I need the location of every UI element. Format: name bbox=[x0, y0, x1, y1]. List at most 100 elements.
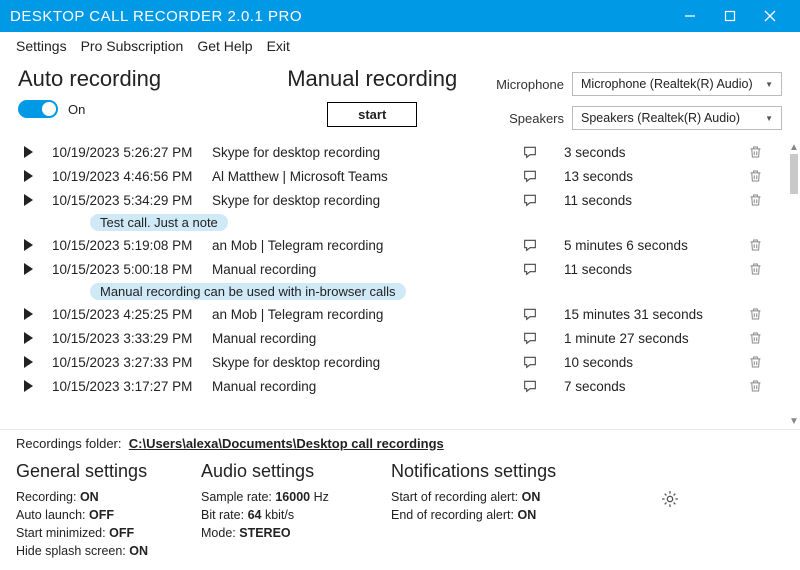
play-button[interactable] bbox=[16, 194, 52, 206]
play-icon bbox=[24, 356, 33, 368]
play-button[interactable] bbox=[16, 332, 52, 344]
recording-source: an Mob | Telegram recording bbox=[212, 307, 522, 322]
notifications-settings-heading: Notifications settings bbox=[391, 461, 556, 482]
recording-note: Test call. Just a note bbox=[90, 214, 228, 231]
close-button[interactable] bbox=[750, 0, 790, 32]
delete-button[interactable] bbox=[748, 261, 782, 277]
recording-timestamp: 10/15/2023 5:00:18 PM bbox=[52, 262, 212, 277]
delete-button[interactable] bbox=[748, 144, 782, 160]
comment-icon bbox=[522, 354, 538, 370]
comment-button[interactable] bbox=[522, 261, 564, 277]
recording-duration: 13 seconds bbox=[564, 169, 748, 184]
start-button[interactable]: start bbox=[327, 102, 417, 127]
trash-icon bbox=[748, 330, 763, 346]
play-button[interactable] bbox=[16, 356, 52, 368]
auto-recording-heading: Auto recording bbox=[18, 66, 260, 92]
play-button[interactable] bbox=[16, 308, 52, 320]
window-controls bbox=[670, 0, 790, 32]
bitrate-value: 64 bbox=[248, 508, 262, 522]
speakers-label: Speakers bbox=[484, 111, 564, 126]
recording-timestamp: 10/15/2023 3:33:29 PM bbox=[52, 331, 212, 346]
delete-button[interactable] bbox=[748, 306, 782, 322]
comment-button[interactable] bbox=[522, 378, 564, 394]
comment-button[interactable] bbox=[522, 237, 564, 253]
comment-button[interactable] bbox=[522, 192, 564, 208]
recording-timestamp: 10/15/2023 3:27:33 PM bbox=[52, 355, 212, 370]
comment-icon bbox=[522, 378, 538, 394]
comment-icon bbox=[522, 306, 538, 322]
play-icon bbox=[24, 239, 33, 251]
scrollbar[interactable]: ▲ ▼ bbox=[788, 140, 800, 429]
play-button[interactable] bbox=[16, 146, 52, 158]
delete-button[interactable] bbox=[748, 354, 782, 370]
recording-source: Manual recording bbox=[212, 331, 522, 346]
scroll-thumb[interactable] bbox=[790, 154, 798, 194]
autolaunch-label: Auto launch: bbox=[16, 508, 86, 522]
menu-settings[interactable]: Settings bbox=[16, 38, 67, 54]
trash-icon bbox=[748, 306, 763, 322]
settings-gear-button[interactable] bbox=[660, 489, 680, 509]
bitrate-unit: kbit/s bbox=[265, 508, 294, 522]
play-button[interactable] bbox=[16, 239, 52, 251]
comment-button[interactable] bbox=[522, 306, 564, 322]
comment-icon bbox=[522, 237, 538, 253]
recording-duration: 5 minutes 6 seconds bbox=[564, 238, 748, 253]
scroll-down-icon[interactable]: ▼ bbox=[788, 415, 800, 429]
delete-button[interactable] bbox=[748, 168, 782, 184]
delete-button[interactable] bbox=[748, 237, 782, 253]
trash-icon bbox=[748, 378, 763, 394]
delete-button[interactable] bbox=[748, 330, 782, 346]
recording-duration: 11 seconds bbox=[564, 262, 748, 277]
recording-value: ON bbox=[80, 490, 99, 504]
recording-row: 10/15/2023 5:34:29 PMSkype for desktop r… bbox=[0, 188, 786, 212]
samplerate-label: Sample rate: bbox=[201, 490, 272, 504]
trash-icon bbox=[748, 237, 763, 253]
mode-label: Mode: bbox=[201, 526, 236, 540]
microphone-select[interactable]: Microphone (Realtek(R) Audio) ▼ bbox=[572, 72, 782, 96]
delete-button[interactable] bbox=[748, 192, 782, 208]
manual-recording-heading: Manual recording bbox=[287, 66, 457, 92]
recording-duration: 10 seconds bbox=[564, 355, 748, 370]
speakers-select[interactable]: Speakers (Realtek(R) Audio) ▼ bbox=[572, 106, 782, 130]
recording-timestamp: 10/15/2023 5:34:29 PM bbox=[52, 193, 212, 208]
start-alert-label: Start of recording alert: bbox=[391, 490, 518, 504]
menu-exit[interactable]: Exit bbox=[267, 38, 290, 54]
comment-button[interactable] bbox=[522, 144, 564, 160]
recordings-folder-label: Recordings folder: bbox=[16, 436, 122, 451]
minimize-button[interactable] bbox=[670, 0, 710, 32]
end-alert-label: End of recording alert: bbox=[391, 508, 514, 522]
microphone-label: Microphone bbox=[484, 77, 564, 92]
maximize-button[interactable] bbox=[710, 0, 750, 32]
recording-timestamp: 10/19/2023 4:46:56 PM bbox=[52, 169, 212, 184]
comment-button[interactable] bbox=[522, 354, 564, 370]
recording-note: Manual recording can be used with in-bro… bbox=[90, 283, 406, 300]
play-button[interactable] bbox=[16, 170, 52, 182]
comment-icon bbox=[522, 144, 538, 160]
general-settings-panel: General settings Recording: ON Auto laun… bbox=[16, 461, 171, 561]
recording-timestamp: 10/15/2023 3:17:27 PM bbox=[52, 379, 212, 394]
menu-get-help[interactable]: Get Help bbox=[197, 38, 252, 54]
delete-button[interactable] bbox=[748, 378, 782, 394]
startmin-value: OFF bbox=[109, 526, 134, 540]
comment-button[interactable] bbox=[522, 168, 564, 184]
play-icon bbox=[24, 194, 33, 206]
top-controls: Auto recording On Manual recording start… bbox=[0, 60, 800, 140]
comment-button[interactable] bbox=[522, 330, 564, 346]
trash-icon bbox=[748, 354, 763, 370]
menu-pro-subscription[interactable]: Pro Subscription bbox=[81, 38, 184, 54]
auto-recording-state: On bbox=[68, 102, 85, 117]
settings-panels: General settings Recording: ON Auto laun… bbox=[0, 457, 800, 570]
recording-source: an Mob | Telegram recording bbox=[212, 238, 522, 253]
samplerate-unit: Hz bbox=[314, 490, 329, 504]
audio-settings-panel: Audio settings Sample rate: 16000 Hz Bit… bbox=[201, 461, 361, 561]
play-button[interactable] bbox=[16, 263, 52, 275]
samplerate-value: 16000 bbox=[275, 490, 310, 504]
window-title: DESKTOP CALL RECORDER 2.0.1 PRO bbox=[10, 8, 670, 25]
comment-icon bbox=[522, 168, 538, 184]
comment-icon bbox=[522, 261, 538, 277]
auto-recording-toggle[interactable] bbox=[18, 100, 58, 118]
play-button[interactable] bbox=[16, 380, 52, 392]
recordings-folder-link[interactable]: C:\Users\alexa\Documents\Desktop call re… bbox=[129, 436, 444, 451]
trash-icon bbox=[748, 261, 763, 277]
scroll-up-icon[interactable]: ▲ bbox=[788, 140, 800, 154]
